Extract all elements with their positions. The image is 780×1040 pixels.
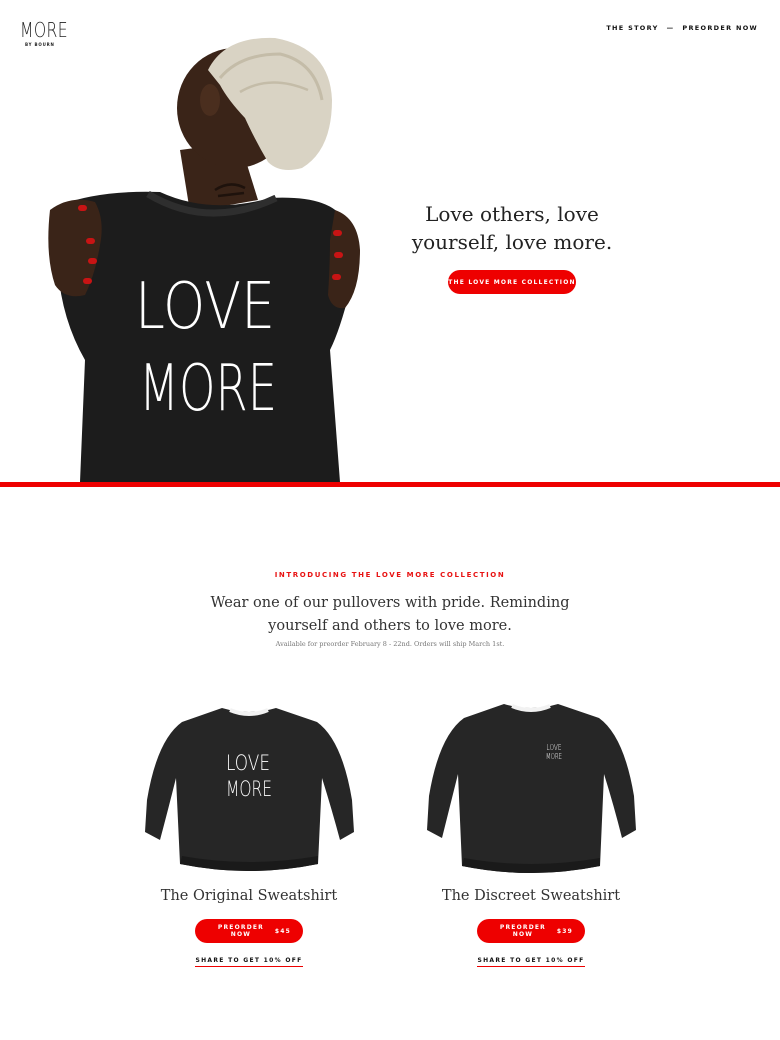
discreet-print-line2: MORE — [546, 752, 562, 761]
share-discount-link-original[interactable]: SHARE TO GET 10% OFF — [195, 957, 303, 967]
preorder-label: PREORDER NOW — [217, 924, 264, 938]
original-print-line2: MORE — [226, 777, 272, 801]
product-card-original: LOVE MORE The Original Sweatshirt PREORD… — [129, 700, 369, 967]
discreet-print-line1: LOVE — [546, 743, 561, 752]
hero-model-image: LOVE MORE — [48, 37, 360, 482]
product-name[interactable]: The Original Sweatshirt — [129, 888, 369, 904]
price: $45 — [274, 927, 291, 935]
product-card-discreet: LOVE MORE The Discreet Sweatshirt PREORD… — [411, 700, 651, 967]
nav-preorder-link[interactable]: PREORDER NOW — [682, 24, 758, 32]
main-nav: THE STORY — PREORDER NOW — [606, 24, 758, 32]
hero-shirt-print-line2: MORE — [139, 352, 277, 426]
intro-eyebrow: INTRODUCING THE LOVE MORE COLLECTION — [274, 571, 506, 579]
preorder-button-discreet[interactable]: PREORDER NOW $39 — [477, 919, 585, 943]
nav-the-story-link[interactable]: THE STORY — [606, 24, 658, 32]
hero-tagline: Love others, love yourself, love more. — [411, 202, 613, 254]
share-discount-link-discreet[interactable]: SHARE TO GET 10% OFF — [477, 957, 585, 967]
preorder-note: Available for preorder February 8 - 22nd… — [275, 640, 505, 648]
love-more-collection-button[interactable]: THE LOVE MORE COLLECTION — [448, 270, 576, 294]
preorder-button-original[interactable]: PREORDER NOW $45 — [195, 919, 303, 943]
nav-separator: — — [666, 24, 675, 32]
hero-shirt-print-line1: LOVE — [135, 270, 275, 344]
red-divider — [0, 482, 780, 487]
original-print-line1: LOVE — [226, 751, 270, 775]
price: $39 — [556, 927, 573, 935]
preorder-label: PREORDER NOW — [499, 924, 546, 938]
discreet-sweatshirt-image[interactable]: LOVE MORE — [424, 700, 639, 880]
intro-description: Wear one of our pullovers with pride. Re… — [210, 595, 570, 634]
product-name[interactable]: The Discreet Sweatshirt — [411, 888, 651, 904]
original-sweatshirt-image[interactable]: LOVE MORE — [142, 700, 357, 880]
